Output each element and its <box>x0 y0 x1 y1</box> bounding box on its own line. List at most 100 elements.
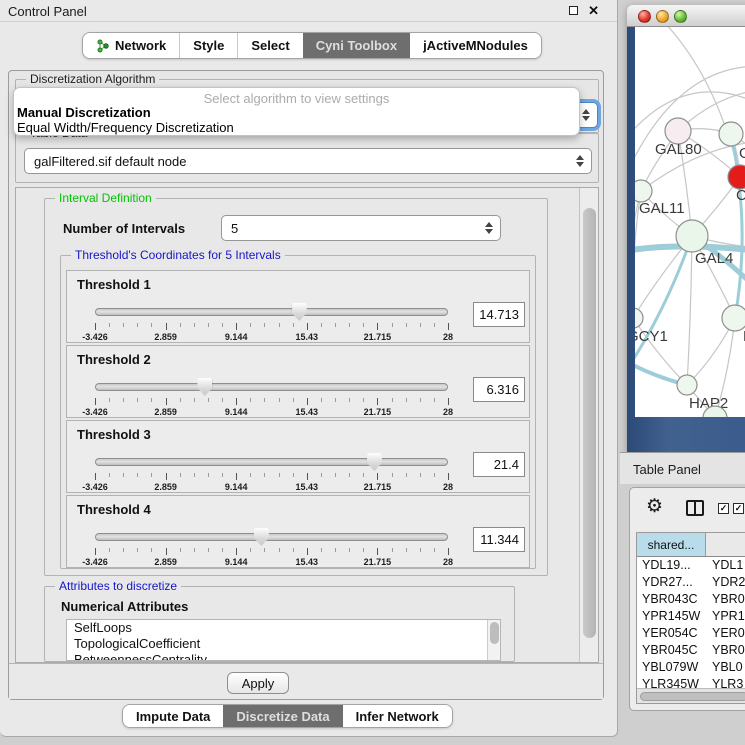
tab-impute-data[interactable]: Impute Data <box>123 705 223 727</box>
tick-mark <box>95 548 96 555</box>
tab-cyni-toolbox[interactable]: Cyni Toolbox <box>303 33 410 58</box>
tick-mark <box>420 473 421 477</box>
attributes-list[interactable]: SelfLoopsTopologicalCoefficientBetweenne… <box>66 619 501 661</box>
cell-name[interactable]: YBR0 <box>706 642 745 659</box>
network-node[interactable] <box>677 375 697 395</box>
table-row[interactable]: YER054CYER0 <box>637 625 745 642</box>
column-header-name[interactable]: na <box>706 533 745 556</box>
cell-shared-name[interactable]: YPR145W <box>637 608 706 625</box>
table-horizontal-scrollbar[interactable] <box>637 688 745 703</box>
attribute-list-item[interactable]: SelfLoops <box>67 620 500 636</box>
float-icon[interactable] <box>569 6 578 15</box>
cell-name[interactable]: YBR0 <box>706 591 745 608</box>
tick-label: 28 <box>443 557 453 567</box>
tick-mark <box>236 548 237 555</box>
network-node[interactable] <box>635 308 643 328</box>
tick-mark <box>293 548 294 552</box>
tick-mark <box>208 473 209 477</box>
scrollbar-thumb[interactable] <box>640 692 745 701</box>
close-icon[interactable]: ✕ <box>588 4 599 17</box>
network-node[interactable] <box>722 305 745 331</box>
tick-mark <box>377 323 378 330</box>
list-scrollbar-thumb[interactable] <box>490 622 499 644</box>
close-traffic-light-icon[interactable] <box>638 10 651 23</box>
network-node[interactable] <box>635 180 652 202</box>
columns-icon[interactable] <box>686 500 704 516</box>
minimize-traffic-light-icon[interactable] <box>656 10 669 23</box>
tick-mark <box>166 323 167 330</box>
attribute-list-item[interactable]: BetweennessCentrality <box>67 652 500 661</box>
cell-name[interactable]: YBL0 <box>706 659 745 676</box>
attribute-list-item[interactable]: TopologicalCoefficient <box>67 636 500 652</box>
tab-discretize-data[interactable]: Discretize Data <box>223 705 342 727</box>
tick-label: 21.715 <box>364 332 392 342</box>
tick-mark <box>194 323 195 327</box>
cell-shared-name[interactable]: YBR045C <box>637 642 706 659</box>
table-row[interactable]: YDR27...YDR2 <box>637 574 745 591</box>
list-scrollbar[interactable] <box>487 620 500 660</box>
tab-network[interactable]: Network <box>83 33 179 58</box>
cell-shared-name[interactable]: YLR345W <box>637 676 706 688</box>
slider-thumb[interactable] <box>367 453 382 471</box>
threshold-slider[interactable]: -3.4262.8599.14415.4321.71528 <box>95 526 448 568</box>
table-row[interactable]: YLR345WYLR3 <box>637 676 745 688</box>
cell-name[interactable]: YER0 <box>706 625 745 642</box>
tab-jactivemnodules[interactable]: jActiveMNodules <box>410 33 541 58</box>
cell-shared-name[interactable]: YER054C <box>637 625 706 642</box>
threshold-value-field[interactable]: 6.316 <box>473 377 525 402</box>
tab-style[interactable]: Style <box>179 33 237 58</box>
control-panel-titlebar: Control Panel ✕ <box>0 0 617 22</box>
cell-shared-name[interactable]: YDR27... <box>637 574 706 591</box>
cell-name[interactable]: YDR2 <box>706 574 745 591</box>
gear-icon[interactable]: ⚙ <box>646 496 663 518</box>
network-edge-highlighted[interactable] <box>635 236 692 372</box>
slider-track[interactable] <box>95 383 448 391</box>
threshold-slider[interactable]: -3.4262.8599.14415.4321.71528 <box>95 451 448 493</box>
table-row[interactable]: YBR043CYBR0 <box>637 591 745 608</box>
table-row[interactable]: YDL19...YDL1 <box>637 557 745 574</box>
tick-mark <box>264 323 265 327</box>
column-header-shared-name[interactable]: shared... <box>637 533 706 556</box>
table-row[interactable]: YPR145WYPR1 <box>637 608 745 625</box>
checkbox-icon[interactable]: ✓ <box>718 503 729 514</box>
tick-mark <box>109 548 110 552</box>
slider-track[interactable] <box>95 308 448 316</box>
slider-track[interactable] <box>95 533 448 541</box>
zoom-traffic-light-icon[interactable] <box>674 10 687 23</box>
network-node[interactable] <box>676 220 708 252</box>
cell-name[interactable]: YDL1 <box>706 557 745 574</box>
settings-vertical-scrollbar[interactable] <box>579 188 598 662</box>
table-row[interactable]: YBL079WYBL0 <box>637 659 745 676</box>
slider-thumb[interactable] <box>197 378 212 396</box>
network-canvas[interactable]: GAL80GCGAL11GAL4GCY1HHAP2 <box>635 27 745 417</box>
slider-track[interactable] <box>95 458 448 466</box>
cell-name[interactable]: YPR1 <box>706 608 745 625</box>
network-edge[interactable] <box>687 236 692 385</box>
checkbox-icon[interactable]: ✓ <box>733 503 744 514</box>
tab-infer-network[interactable]: Infer Network <box>343 705 452 727</box>
threshold-value-field[interactable]: 21.4 <box>473 452 525 477</box>
slider-thumb[interactable] <box>254 528 269 546</box>
network-node[interactable] <box>719 122 743 146</box>
tab-select[interactable]: Select <box>237 33 302 58</box>
tick-mark <box>123 473 124 477</box>
threshold-value-field[interactable]: 11.344 <box>473 527 525 552</box>
cell-shared-name[interactable]: YBL079W <box>637 659 706 676</box>
table-row[interactable]: YBR045CYBR0 <box>637 642 745 659</box>
threshold-value-field[interactable]: 14.713 <box>473 302 525 327</box>
cell-name[interactable]: YLR3 <box>706 676 745 688</box>
num-intervals-combobox[interactable]: 5 <box>221 215 501 241</box>
threshold-slider[interactable]: -3.4262.8599.14415.4321.71528 <box>95 376 448 418</box>
scrollbar-thumb[interactable] <box>583 208 596 638</box>
dropdown-option-equal-width-frequency[interactable]: Equal Width/Frequency Discretization <box>17 120 234 135</box>
dropdown-option-manual-discretization[interactable]: Manual Discretization <box>17 105 151 120</box>
tab-label: Discretize Data <box>236 709 329 724</box>
threshold-slider[interactable]: -3.4262.8599.14415.4321.71528 <box>95 301 448 343</box>
cell-shared-name[interactable]: YBR043C <box>637 591 706 608</box>
cell-shared-name[interactable]: YDL19... <box>637 557 706 574</box>
slider-thumb[interactable] <box>292 303 307 321</box>
apply-button[interactable]: Apply <box>227 672 289 694</box>
network-window-titlebar[interactable] <box>627 5 745 27</box>
tick-mark <box>335 473 336 477</box>
table-data-combobox[interactable]: galFiltered.sif default node <box>24 148 592 174</box>
